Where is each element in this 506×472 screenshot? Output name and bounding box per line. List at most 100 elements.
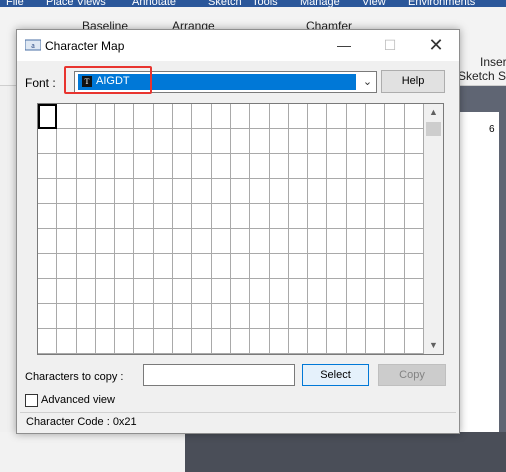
character-cell[interactable] bbox=[346, 154, 367, 179]
character-cell[interactable] bbox=[115, 129, 135, 154]
character-cell[interactable] bbox=[346, 129, 367, 154]
character-cell[interactable] bbox=[308, 104, 328, 129]
character-cell[interactable] bbox=[250, 204, 270, 229]
character-cell[interactable] bbox=[327, 279, 347, 304]
character-cell[interactable] bbox=[230, 204, 251, 229]
select-button[interactable]: Select bbox=[302, 364, 369, 386]
character-cell[interactable] bbox=[192, 104, 212, 129]
character-cell[interactable] bbox=[250, 229, 270, 254]
character-cell[interactable] bbox=[269, 154, 289, 179]
character-cell[interactable] bbox=[366, 304, 386, 329]
character-cell[interactable] bbox=[38, 229, 58, 254]
character-cell[interactable] bbox=[404, 204, 424, 229]
character-cell[interactable] bbox=[95, 279, 116, 304]
character-cell[interactable] bbox=[173, 204, 193, 229]
character-cell[interactable] bbox=[76, 279, 96, 304]
character-cell[interactable] bbox=[153, 304, 174, 329]
character-cell[interactable] bbox=[269, 204, 289, 229]
character-cell[interactable] bbox=[327, 179, 347, 204]
character-cell[interactable] bbox=[57, 129, 77, 154]
character-cell[interactable] bbox=[269, 179, 289, 204]
character-cell[interactable] bbox=[269, 229, 289, 254]
character-cell[interactable] bbox=[288, 179, 309, 204]
character-cell[interactable] bbox=[153, 254, 174, 279]
character-cell[interactable] bbox=[327, 204, 347, 229]
character-cell[interactable] bbox=[173, 304, 193, 329]
character-cell[interactable] bbox=[385, 204, 405, 229]
ribbon-insert-button[interactable]: Insert bbox=[480, 55, 506, 69]
character-cell[interactable] bbox=[385, 129, 405, 154]
character-cell[interactable] bbox=[269, 279, 289, 304]
character-cell[interactable] bbox=[385, 329, 405, 354]
character-cell[interactable] bbox=[211, 229, 231, 254]
character-cell[interactable] bbox=[250, 104, 270, 129]
character-cell[interactable] bbox=[288, 204, 309, 229]
character-cell[interactable] bbox=[366, 204, 386, 229]
character-cell[interactable] bbox=[38, 304, 58, 329]
character-cell[interactable] bbox=[288, 104, 309, 129]
character-cell[interactable] bbox=[38, 154, 58, 179]
character-cell[interactable] bbox=[95, 304, 116, 329]
character-cell[interactable] bbox=[192, 179, 212, 204]
character-cell[interactable] bbox=[57, 179, 77, 204]
character-cell[interactable] bbox=[269, 104, 289, 129]
scroll-down-icon[interactable]: ▼ bbox=[424, 337, 443, 353]
character-cell[interactable] bbox=[95, 329, 116, 354]
character-cell[interactable] bbox=[173, 154, 193, 179]
character-cell[interactable] bbox=[57, 154, 77, 179]
character-cell[interactable] bbox=[134, 229, 154, 254]
character-cell[interactable] bbox=[38, 179, 58, 204]
character-cell[interactable] bbox=[288, 154, 309, 179]
character-cell[interactable] bbox=[346, 229, 367, 254]
character-cell[interactable] bbox=[192, 329, 212, 354]
character-cell[interactable] bbox=[327, 104, 347, 129]
character-cell[interactable] bbox=[115, 204, 135, 229]
character-cell[interactable] bbox=[385, 229, 405, 254]
character-cell[interactable] bbox=[57, 204, 77, 229]
character-cell[interactable] bbox=[153, 229, 174, 254]
character-cell[interactable] bbox=[385, 304, 405, 329]
character-cell[interactable] bbox=[404, 154, 424, 179]
character-cell[interactable] bbox=[95, 229, 116, 254]
character-cell[interactable] bbox=[385, 104, 405, 129]
character-cell[interactable] bbox=[134, 129, 154, 154]
character-cell[interactable] bbox=[76, 129, 96, 154]
character-cell[interactable] bbox=[404, 279, 424, 304]
character-cell[interactable] bbox=[327, 229, 347, 254]
character-cell[interactable] bbox=[57, 304, 77, 329]
character-cell[interactable] bbox=[211, 129, 231, 154]
character-cell[interactable] bbox=[153, 279, 174, 304]
character-cell[interactable] bbox=[308, 179, 328, 204]
character-cell[interactable] bbox=[404, 104, 424, 129]
character-cell[interactable] bbox=[134, 254, 154, 279]
character-cell[interactable] bbox=[153, 104, 174, 129]
character-cell[interactable] bbox=[211, 104, 231, 129]
copy-button[interactable]: Copy bbox=[378, 364, 446, 386]
character-cell[interactable] bbox=[38, 254, 58, 279]
character-cell[interactable] bbox=[385, 154, 405, 179]
character-cell[interactable] bbox=[308, 154, 328, 179]
character-cell[interactable] bbox=[173, 279, 193, 304]
character-cell[interactable] bbox=[76, 204, 96, 229]
character-cell[interactable] bbox=[288, 279, 309, 304]
character-cell[interactable] bbox=[288, 229, 309, 254]
character-cell[interactable] bbox=[346, 329, 367, 354]
character-cell[interactable] bbox=[38, 204, 58, 229]
character-cell[interactable] bbox=[404, 229, 424, 254]
help-button[interactable]: Help bbox=[381, 70, 445, 93]
character-cell[interactable] bbox=[115, 179, 135, 204]
character-cell[interactable] bbox=[230, 104, 251, 129]
character-cell[interactable] bbox=[308, 254, 328, 279]
character-cell[interactable] bbox=[404, 329, 424, 354]
character-cell[interactable] bbox=[366, 104, 386, 129]
character-cell[interactable] bbox=[250, 179, 270, 204]
character-cell[interactable] bbox=[134, 204, 154, 229]
character-cell[interactable] bbox=[211, 304, 231, 329]
character-grid[interactable] bbox=[38, 104, 424, 354]
character-cell[interactable] bbox=[346, 204, 367, 229]
character-cell[interactable] bbox=[38, 104, 58, 129]
maximize-icon[interactable]: ☐ bbox=[367, 30, 413, 61]
character-cell[interactable] bbox=[250, 329, 270, 354]
character-cell[interactable] bbox=[76, 229, 96, 254]
character-cell[interactable] bbox=[57, 329, 77, 354]
